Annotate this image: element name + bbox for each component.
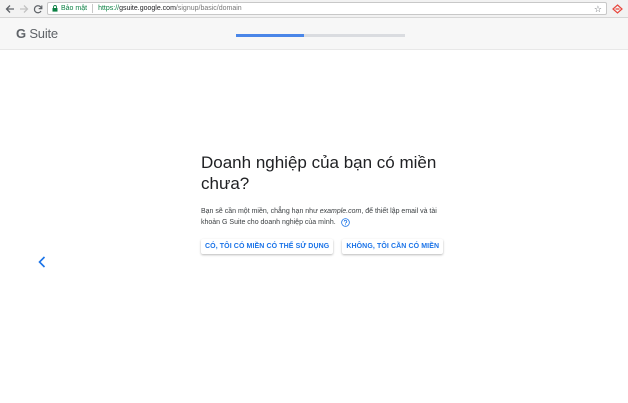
help-icon[interactable] — [340, 217, 350, 227]
url-text: https://gsuite.google.com/signup/basic/d… — [98, 5, 242, 12]
address-divider — [92, 4, 94, 13]
address-bar[interactable]: Bảo mật https://gsuite.google.com/signup… — [47, 2, 607, 15]
signup-progress-bar — [236, 34, 405, 37]
no-need-domain-button[interactable]: KHÔNG, TÔI CẦN CÓ MIỀN — [342, 239, 444, 254]
yes-have-domain-button[interactable]: CÓ, TÔI CÓ MIỀN CÓ THỂ SỬ DỤNG — [201, 239, 334, 254]
lock-icon — [52, 5, 58, 12]
forward-icon[interactable] — [17, 2, 31, 16]
reload-icon[interactable] — [31, 2, 45, 16]
bookmark-star-icon[interactable]: ☆ — [594, 4, 602, 14]
browser-toolbar: Bảo mật https://gsuite.google.com/signup… — [0, 0, 628, 18]
secure-label: Bảo mật — [61, 5, 88, 12]
back-chevron-icon[interactable] — [37, 256, 47, 268]
back-icon[interactable] — [3, 2, 17, 16]
signup-progress-fill — [236, 34, 304, 37]
logo-suite: Suite — [25, 26, 58, 41]
domain-question-panel: Doanh nghiệp của bạn có miền chưa? Bạn s… — [201, 152, 444, 254]
url-path: /signup/basic/domain — [175, 5, 242, 12]
url-host: gsuite.google.com — [119, 5, 176, 12]
logo-g: G — [16, 26, 26, 41]
url-scheme: https:// — [98, 5, 120, 12]
secure-indicator[interactable]: Bảo mật — [52, 5, 87, 12]
page-description: Bạn sẽ cần một miền, chẳng hạn như examp… — [201, 206, 441, 228]
description-example: example.com — [319, 208, 362, 215]
page-title: Doanh nghiệp của bạn có miền chưa? — [201, 153, 437, 193]
gsuite-logo[interactable]: G Suite — [16, 26, 58, 41]
app-header: G Suite — [0, 18, 628, 50]
description-part-1: Bạn sẽ cần một miền, chẳng hạn như — [201, 208, 320, 215]
extension-icon[interactable] — [611, 3, 623, 15]
answer-buttons: CÓ, TÔI CÓ MIỀN CÓ THỂ SỬ DỤNG KHÔNG, TÔ… — [201, 239, 444, 254]
